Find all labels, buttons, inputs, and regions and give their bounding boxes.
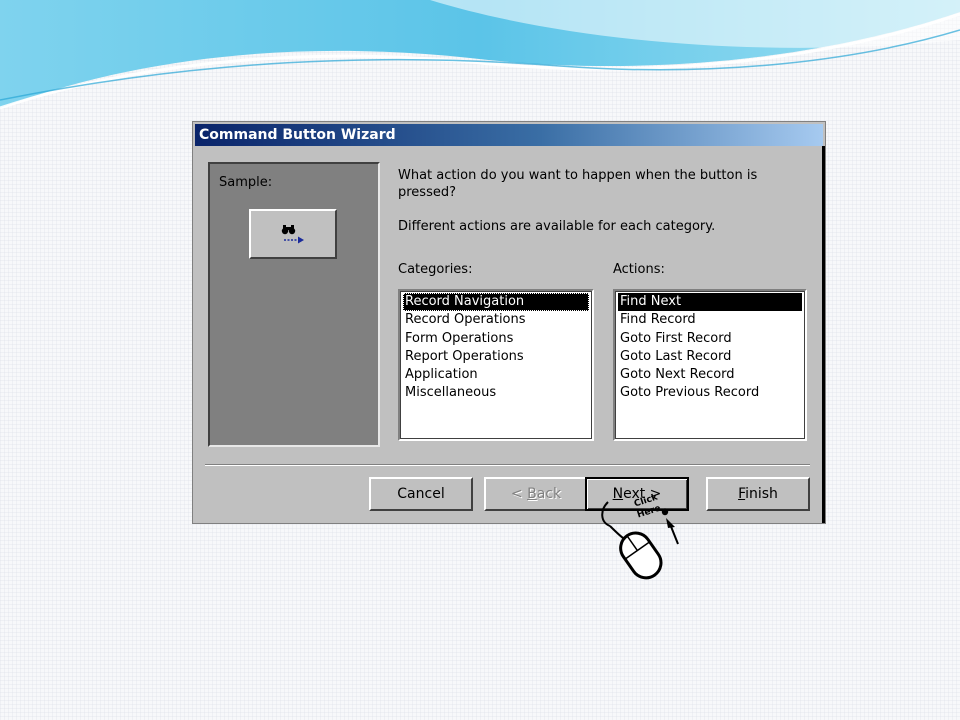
action-item[interactable]: Goto Next Record bbox=[618, 366, 802, 384]
actions-label: Actions: bbox=[613, 262, 665, 277]
category-item[interactable]: Form Operations bbox=[403, 330, 589, 348]
button-row-separator bbox=[205, 464, 810, 466]
actions-listbox[interactable]: Find Next Find Record Goto First Record … bbox=[613, 289, 807, 441]
categories-note: Different actions are available for each… bbox=[398, 219, 716, 234]
back-button-prefix: < bbox=[510, 486, 528, 502]
back-button[interactable]: < Back bbox=[484, 477, 588, 511]
finish-button[interactable]: Finish bbox=[706, 477, 810, 511]
finish-button-rest: inish bbox=[745, 486, 778, 502]
wizard-question: What action do you want to happen when t… bbox=[398, 168, 758, 200]
mouse-icon bbox=[601, 501, 679, 580]
categories-listbox[interactable]: Record Navigation Record Operations Form… bbox=[398, 289, 594, 441]
action-item[interactable]: Find Next bbox=[618, 293, 802, 312]
action-item[interactable]: Goto First Record bbox=[618, 330, 802, 348]
sample-button-preview bbox=[249, 209, 337, 259]
dialog-title: Command Button Wizard bbox=[195, 124, 823, 146]
sample-label: Sample: bbox=[219, 175, 273, 190]
category-item[interactable]: Report Operations bbox=[403, 348, 589, 366]
back-button-accesskey: B bbox=[527, 486, 537, 502]
category-item[interactable]: Miscellaneous bbox=[403, 384, 589, 402]
action-item[interactable]: Goto Previous Record bbox=[618, 384, 802, 402]
back-button-rest: ack bbox=[536, 486, 562, 502]
header-wave-decoration bbox=[0, 0, 960, 110]
category-item[interactable]: Application bbox=[403, 366, 589, 384]
categories-label: Categories: bbox=[398, 262, 473, 277]
action-item[interactable]: Goto Last Record bbox=[618, 348, 802, 366]
action-item[interactable]: Find Record bbox=[618, 311, 802, 329]
sample-panel: Sample: bbox=[208, 162, 380, 447]
command-button-wizard-dialog: Command Button Wizard Sample: What actio… bbox=[192, 121, 826, 524]
dialog-edge bbox=[822, 146, 825, 523]
cancel-button[interactable]: Cancel bbox=[369, 477, 473, 511]
category-item[interactable]: Record Navigation bbox=[403, 293, 589, 312]
binoculars-arrow-icon bbox=[281, 225, 304, 244]
category-item[interactable]: Record Operations bbox=[403, 311, 589, 329]
